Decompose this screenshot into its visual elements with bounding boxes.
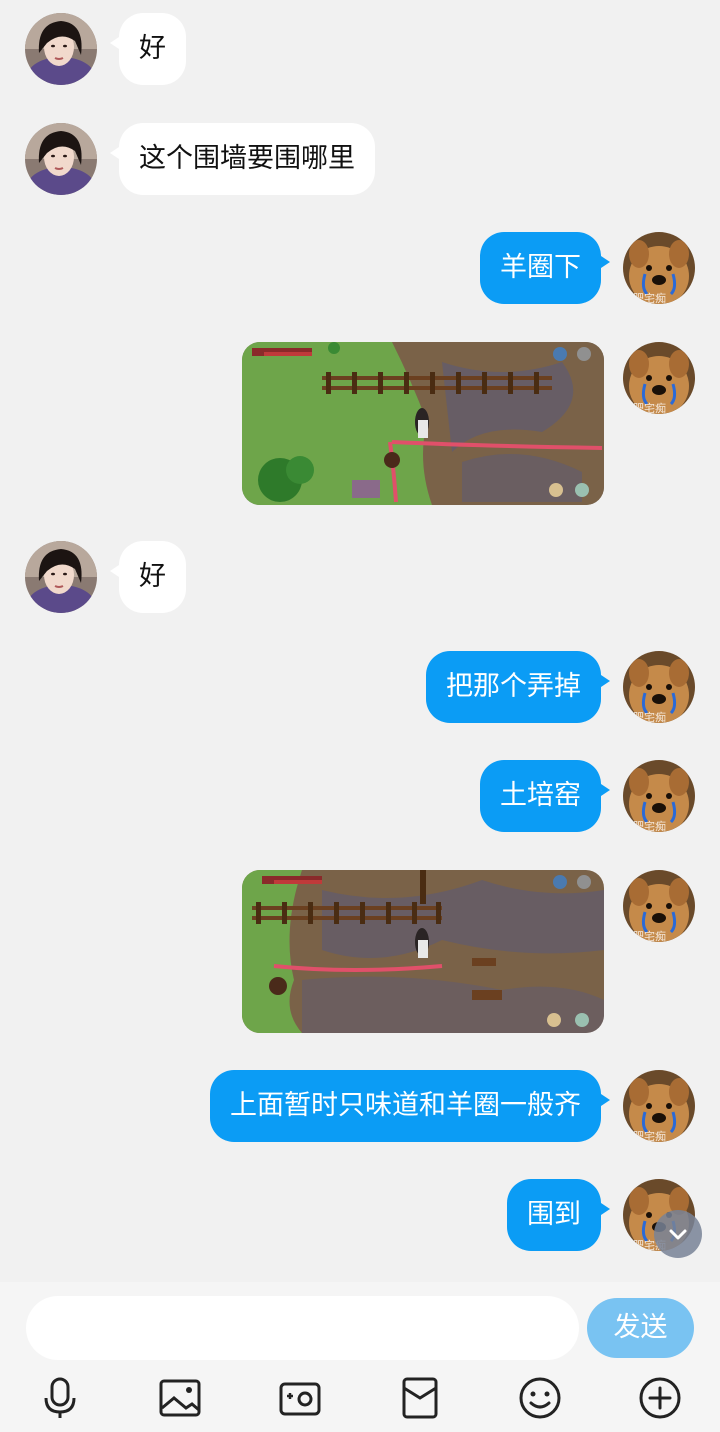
message-row: 肥宅痴	[0, 342, 720, 505]
message-input[interactable]	[26, 1296, 579, 1360]
message-composer: 发送	[0, 1282, 720, 1432]
message-bubble-outgoing[interactable]: 土培窑	[480, 760, 610, 832]
chat-message-list[interactable]: 好 这个围墙要围哪里 羊圈下 肥宅痴 肥宅痴 好 把那个弄掉 肥宅痴 土培窑 肥…	[0, 0, 720, 1282]
chevron-down-icon	[669, 1229, 687, 1240]
image-icon	[159, 1379, 201, 1417]
message-bubble-outgoing[interactable]: 上面暂时只味道和羊圈一般齐	[210, 1070, 610, 1142]
camera-button[interactable]	[276, 1374, 324, 1422]
message-text: 土培窑	[500, 780, 581, 811]
scroll-to-bottom-button[interactable]	[654, 1210, 702, 1258]
avatar-watermark: 肥宅痴	[633, 710, 666, 723]
self-avatar[interactable]: 肥宅痴	[623, 232, 695, 304]
contact-avatar[interactable]	[25, 123, 97, 195]
self-avatar[interactable]: 肥宅痴	[623, 342, 695, 414]
message-bubble-outgoing[interactable]: 把那个弄掉	[426, 651, 610, 723]
red-packet-icon	[402, 1377, 438, 1419]
avatar-watermark: 肥宅痴	[633, 401, 666, 414]
message-row: 这个围墙要围哪里	[0, 123, 720, 197]
message-bubble-incoming[interactable]: 好	[110, 541, 186, 613]
photo-button[interactable]	[156, 1374, 204, 1422]
message-row: 土培窑 肥宅痴	[0, 760, 720, 834]
message-row: 把那个弄掉 肥宅痴	[0, 651, 720, 725]
message-text: 围到	[527, 1199, 581, 1230]
self-avatar[interactable]: 肥宅痴	[623, 651, 695, 723]
message-bubble-outgoing[interactable]: 围到	[507, 1179, 610, 1251]
red-packet-button[interactable]	[396, 1374, 444, 1422]
avatar-watermark: 肥宅痴	[633, 929, 666, 942]
contact-avatar[interactable]	[25, 541, 97, 613]
emoji-button[interactable]	[516, 1374, 564, 1422]
message-text: 好	[139, 33, 166, 64]
self-avatar[interactable]: 肥宅痴	[623, 760, 695, 832]
camera-icon	[279, 1382, 321, 1416]
message-bubble-incoming[interactable]: 好	[110, 13, 186, 85]
emoji-icon	[519, 1377, 561, 1419]
avatar-watermark: 肥宅痴	[633, 1129, 666, 1142]
avatar-watermark: 肥宅痴	[633, 819, 666, 832]
image-message[interactable]	[242, 870, 604, 1033]
self-avatar[interactable]: 肥宅痴	[623, 1070, 695, 1142]
contact-avatar[interactable]	[25, 13, 97, 85]
message-row: 羊圈下 肥宅痴	[0, 232, 720, 306]
message-row: 好	[0, 13, 720, 87]
message-row: 上面暂时只味道和羊圈一般齐 肥宅痴	[0, 1070, 720, 1144]
message-bubble-incoming[interactable]: 这个围墙要围哪里	[110, 123, 375, 195]
self-avatar[interactable]: 肥宅痴	[623, 870, 695, 942]
message-text: 这个围墙要围哪里	[139, 143, 355, 174]
message-text: 羊圈下	[500, 252, 581, 283]
message-row: 好	[0, 541, 720, 615]
plus-icon	[639, 1377, 681, 1419]
more-button[interactable]	[636, 1374, 684, 1422]
avatar-watermark: 肥宅痴	[633, 291, 666, 304]
message-text: 上面暂时只味道和羊圈一般齐	[230, 1090, 581, 1121]
voice-button[interactable]	[36, 1374, 84, 1422]
microphone-icon	[44, 1377, 76, 1418]
message-row: 围到 肥宅痴	[0, 1179, 720, 1253]
message-row: 肥宅痴	[0, 870, 720, 1033]
message-text: 好	[139, 561, 166, 592]
send-button[interactable]: 发送	[587, 1298, 694, 1358]
message-text: 把那个弄掉	[446, 671, 581, 702]
image-message[interactable]	[242, 342, 604, 505]
message-bubble-outgoing[interactable]: 羊圈下	[480, 232, 610, 304]
